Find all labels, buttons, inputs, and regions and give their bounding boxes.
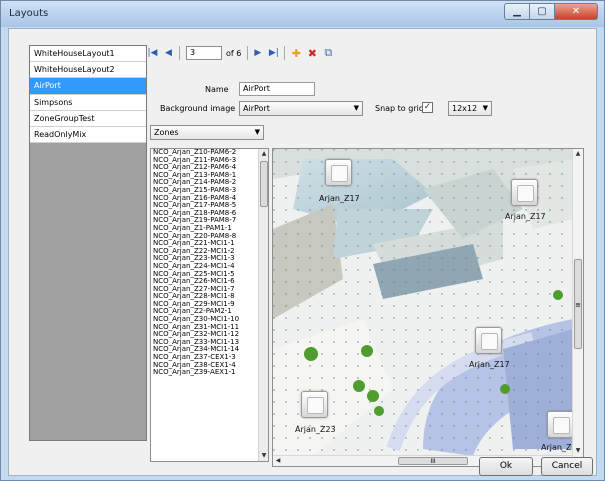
- checkmark-icon: ✓: [423, 102, 432, 112]
- chevron-down-icon: ▼: [254, 128, 260, 136]
- toolbar-separator: [284, 46, 286, 60]
- zone-marker-label: Arjan_Z17: [319, 194, 360, 203]
- next-page-icon: ▶: [254, 48, 262, 58]
- title-bar[interactable]: Layouts ▁ ▢ ✕: [1, 1, 604, 27]
- layout-item[interactable]: WhiteHouseLayout1: [30, 46, 146, 63]
- scroll-up-icon[interactable]: ▲: [259, 149, 268, 159]
- name-input[interactable]: AirPort: [239, 82, 315, 96]
- ok-button[interactable]: Ok: [479, 457, 533, 476]
- zone-marker[interactable]: [325, 159, 352, 186]
- grid-size-value: 12x12: [452, 104, 478, 113]
- grid-size-dropdown[interactable]: 12x12 ▼: [448, 101, 492, 116]
- layout-canvas[interactable]: Arjan_Z17 Arjan_Z17 Arjan_Z17 Arjan_Z23 …: [272, 148, 584, 467]
- background-image-label: Background image: [160, 104, 236, 113]
- zone-list-scroll-thumb[interactable]: [260, 161, 268, 207]
- zone-marker-label: Arjan_Z17: [505, 212, 546, 221]
- page-number-input[interactable]: 3: [186, 46, 222, 60]
- layout-item[interactable]: WhiteHouseLayout2: [30, 62, 146, 79]
- delete-icon: ✖: [307, 46, 317, 60]
- maximize-icon: ▢: [537, 6, 547, 17]
- copy-icon: ⧉: [324, 46, 333, 59]
- background-image-dropdown[interactable]: AirPort ▼: [239, 101, 363, 116]
- zone-list-item[interactable]: NCO_Arjan_Z39-AEX1-1: [151, 369, 268, 377]
- prev-page-button[interactable]: ◀: [163, 46, 174, 60]
- zone-list-scrollbar[interactable]: ▲ ▼: [258, 149, 268, 461]
- delete-button[interactable]: ✖: [305, 46, 319, 60]
- layout-item[interactable]: ReadOnlyMix: [30, 126, 146, 144]
- add-icon: ✚: [291, 46, 301, 60]
- copy-button[interactable]: ⧉: [321, 46, 335, 60]
- prev-page-icon: ◀: [165, 48, 172, 58]
- scroll-down-icon[interactable]: ▼: [259, 451, 268, 461]
- toolbar-separator: [179, 46, 180, 60]
- zone-marker[interactable]: [301, 391, 328, 418]
- scroll-left-icon[interactable]: ◀: [273, 456, 283, 466]
- next-page-button[interactable]: ▶: [252, 46, 263, 60]
- minimize-icon: ▁: [513, 6, 521, 17]
- canvas-hscroll-thumb[interactable]: III: [398, 457, 468, 465]
- layout-item[interactable]: ZoneGroupTest: [30, 110, 146, 127]
- zone-marker[interactable]: [547, 411, 574, 438]
- dialog-client: WhiteHouseLayout1 WhiteHouseLayout2 AirP…: [8, 28, 597, 476]
- layout-item-selected[interactable]: AirPort: [30, 78, 146, 95]
- window-title: Layouts: [9, 8, 49, 19]
- close-button[interactable]: ✕: [555, 3, 598, 20]
- zones-filter-value: Zones: [154, 128, 179, 137]
- window-controls: ▁ ▢ ✕: [504, 3, 598, 20]
- canvas-vertical-scrollbar[interactable]: ▲ ≡ ▼: [572, 149, 583, 456]
- canvas-vscroll-thumb[interactable]: ≡: [574, 259, 582, 349]
- last-page-icon: ▶|: [268, 48, 279, 58]
- zone-marker[interactable]: [475, 327, 502, 354]
- layout-list[interactable]: WhiteHouseLayout1 WhiteHouseLayout2 AirP…: [29, 45, 147, 441]
- snap-to-grid-checkbox[interactable]: ✓: [422, 102, 433, 113]
- zone-marker-label: Arjan_Z17: [469, 360, 510, 369]
- first-page-button[interactable]: |◀: [147, 46, 158, 60]
- chevron-down-icon: ▼: [482, 104, 488, 112]
- add-button[interactable]: ✚: [289, 46, 303, 60]
- navigation-toolbar: |◀ ◀ 3 of 6 ▶ ▶| ✚ ✖ ⧉: [147, 44, 337, 62]
- chevron-down-icon: ▼: [353, 104, 359, 112]
- cancel-button[interactable]: Cancel: [541, 457, 593, 476]
- scroll-up-icon[interactable]: ▲: [573, 149, 583, 159]
- first-page-icon: |◀: [147, 48, 158, 58]
- scroll-down-icon[interactable]: ▼: [573, 446, 583, 456]
- zone-list[interactable]: NCO_Arjan_Z10-PAM6-2 NCO_Arjan_Z11-PAM6-3…: [150, 148, 269, 462]
- name-label: Name: [205, 85, 229, 94]
- close-icon: ✕: [571, 6, 581, 17]
- layouts-window: Layouts ▁ ▢ ✕ WhiteHouseLayout1 WhiteHou…: [0, 0, 605, 481]
- toolbar-separator: [247, 46, 249, 60]
- maximize-button[interactable]: ▢: [530, 3, 555, 20]
- zones-filter-dropdown[interactable]: Zones ▼: [150, 125, 264, 140]
- layout-item[interactable]: Simpsons: [30, 94, 146, 111]
- zone-marker-label: Arjan_Z23: [295, 425, 336, 434]
- zone-items: NCO_Arjan_Z10-PAM6-2 NCO_Arjan_Z11-PAM6-3…: [151, 149, 268, 377]
- background-image-value: AirPort: [243, 104, 270, 113]
- zone-marker[interactable]: [511, 179, 538, 206]
- minimize-button[interactable]: ▁: [504, 3, 530, 20]
- last-page-button[interactable]: ▶|: [268, 46, 279, 60]
- page-count-label: of 6: [226, 48, 242, 58]
- snap-to-grid-label: Snap to grid: [375, 104, 424, 113]
